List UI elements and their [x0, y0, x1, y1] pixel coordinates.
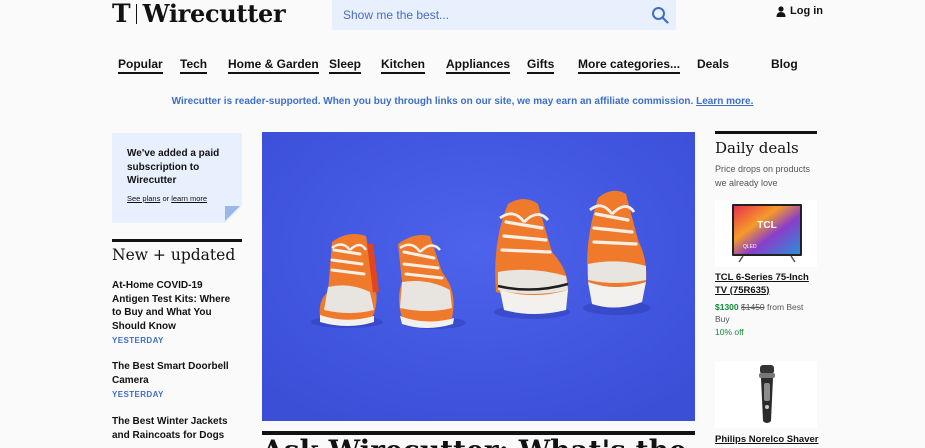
nav-item-gifts[interactable]: Gifts	[527, 57, 555, 74]
nav-item-home-garden[interactable]: Home & Garden	[228, 57, 319, 74]
category-nav: Popular Tech Home & Garden Sleep Kitchen…	[0, 57, 925, 77]
tv-qled-text: QLED	[743, 244, 757, 250]
logo-wordmark: Wirecutter	[142, 0, 286, 28]
nav-item-more-categories[interactable]: More categories...	[578, 57, 681, 74]
wirecutter-logo[interactable]: T Wirecutter	[112, 0, 286, 28]
promo-corner-flap	[225, 206, 240, 221]
nyt-logo-mark: T	[112, 0, 131, 28]
logo-divider	[135, 3, 137, 24]
login-button[interactable]: Log in	[776, 5, 823, 17]
promo-links: See plans or learn more	[127, 194, 232, 203]
learn-more-link[interactable]: learn more	[171, 194, 207, 203]
article-title[interactable]: The Best Smart Doorbell Camera	[112, 360, 242, 387]
promo-or-text: or	[162, 193, 170, 203]
nav-item-popular[interactable]: Popular	[118, 57, 163, 74]
daily-deals-section: Daily deals Price drops on products we a…	[715, 131, 817, 337]
article-timestamp: YESTERDAY	[112, 390, 164, 399]
see-plans-link[interactable]: See plans	[127, 194, 160, 203]
search-bar	[332, 0, 676, 30]
hero-headline-text[interactable]: Ask Wirecutter: What's the Best	[262, 437, 695, 448]
user-icon	[776, 5, 786, 17]
affiliate-learn-more-link[interactable]: Learn more.	[696, 96, 753, 107]
article-item[interactable]: At-Home COVID-19 Antigen Test Kits: Wher…	[112, 279, 242, 345]
nav-item-tech[interactable]: Tech	[180, 57, 208, 74]
deal-price-now: $1300	[715, 302, 739, 312]
article-title[interactable]: At-Home COVID-19 Antigen Test Kits: Wher…	[112, 279, 242, 333]
hero-image[interactable]	[262, 132, 695, 421]
deal-title-tv[interactable]: TCL 6-Series 75-Inch TV (75R635)	[715, 272, 817, 297]
tv-brand-text: TCL	[757, 220, 776, 231]
daily-deals-heading: Daily deals	[715, 139, 799, 157]
article-item[interactable]: The Best Smart Doorbell Camera YESTERDAY	[112, 360, 242, 399]
deal-image-tv[interactable]: TCL QLED	[715, 200, 817, 267]
nav-item-appliances[interactable]: Appliances	[446, 57, 511, 74]
search-icon[interactable]	[645, 0, 675, 30]
deal-discount: 10% off	[715, 327, 744, 337]
sneakers-illustration	[262, 132, 695, 421]
hero-headline-rule	[262, 431, 695, 435]
article-timestamp: YESTERDAY	[112, 336, 164, 345]
affiliate-text: Wirecutter is reader-supported. When you…	[171, 96, 694, 107]
promo-title: We've added a paid subscription to Wirec…	[127, 148, 220, 186]
nav-item-kitchen[interactable]: Kitchen	[381, 57, 426, 74]
deal-price: $1300 $1450 from Best Buy	[715, 301, 817, 325]
deal-price-was: $1450	[741, 302, 765, 312]
deal-title-shaver[interactable]: Philips Norelco Shaver	[715, 434, 825, 445]
search-input[interactable]	[332, 8, 645, 22]
new-updated-heading: New + updated	[112, 246, 236, 264]
login-label: Log in	[790, 5, 823, 17]
subscription-promo: We've added a paid subscription to Wirec…	[112, 133, 242, 223]
new-updated-section: New + updated At-Home COVID-19 Antigen T…	[112, 239, 242, 442]
daily-deals-subheading: Price drops on products we already love	[715, 164, 811, 188]
nav-item-blog[interactable]: Blog	[771, 57, 798, 72]
nav-item-sleep[interactable]: Sleep	[329, 57, 362, 74]
nav-item-deals[interactable]: Deals	[697, 57, 729, 72]
article-item[interactable]: The Best Winter Jackets and Raincoats fo…	[112, 415, 242, 442]
affiliate-notice: Wirecutter is reader-supported. When you…	[0, 96, 925, 107]
deal-image-shaver[interactable]	[715, 361, 817, 428]
hero-headline[interactable]: Ask Wirecutter: What's the Best	[262, 437, 695, 448]
article-title[interactable]: The Best Winter Jackets and Raincoats fo…	[112, 415, 242, 442]
